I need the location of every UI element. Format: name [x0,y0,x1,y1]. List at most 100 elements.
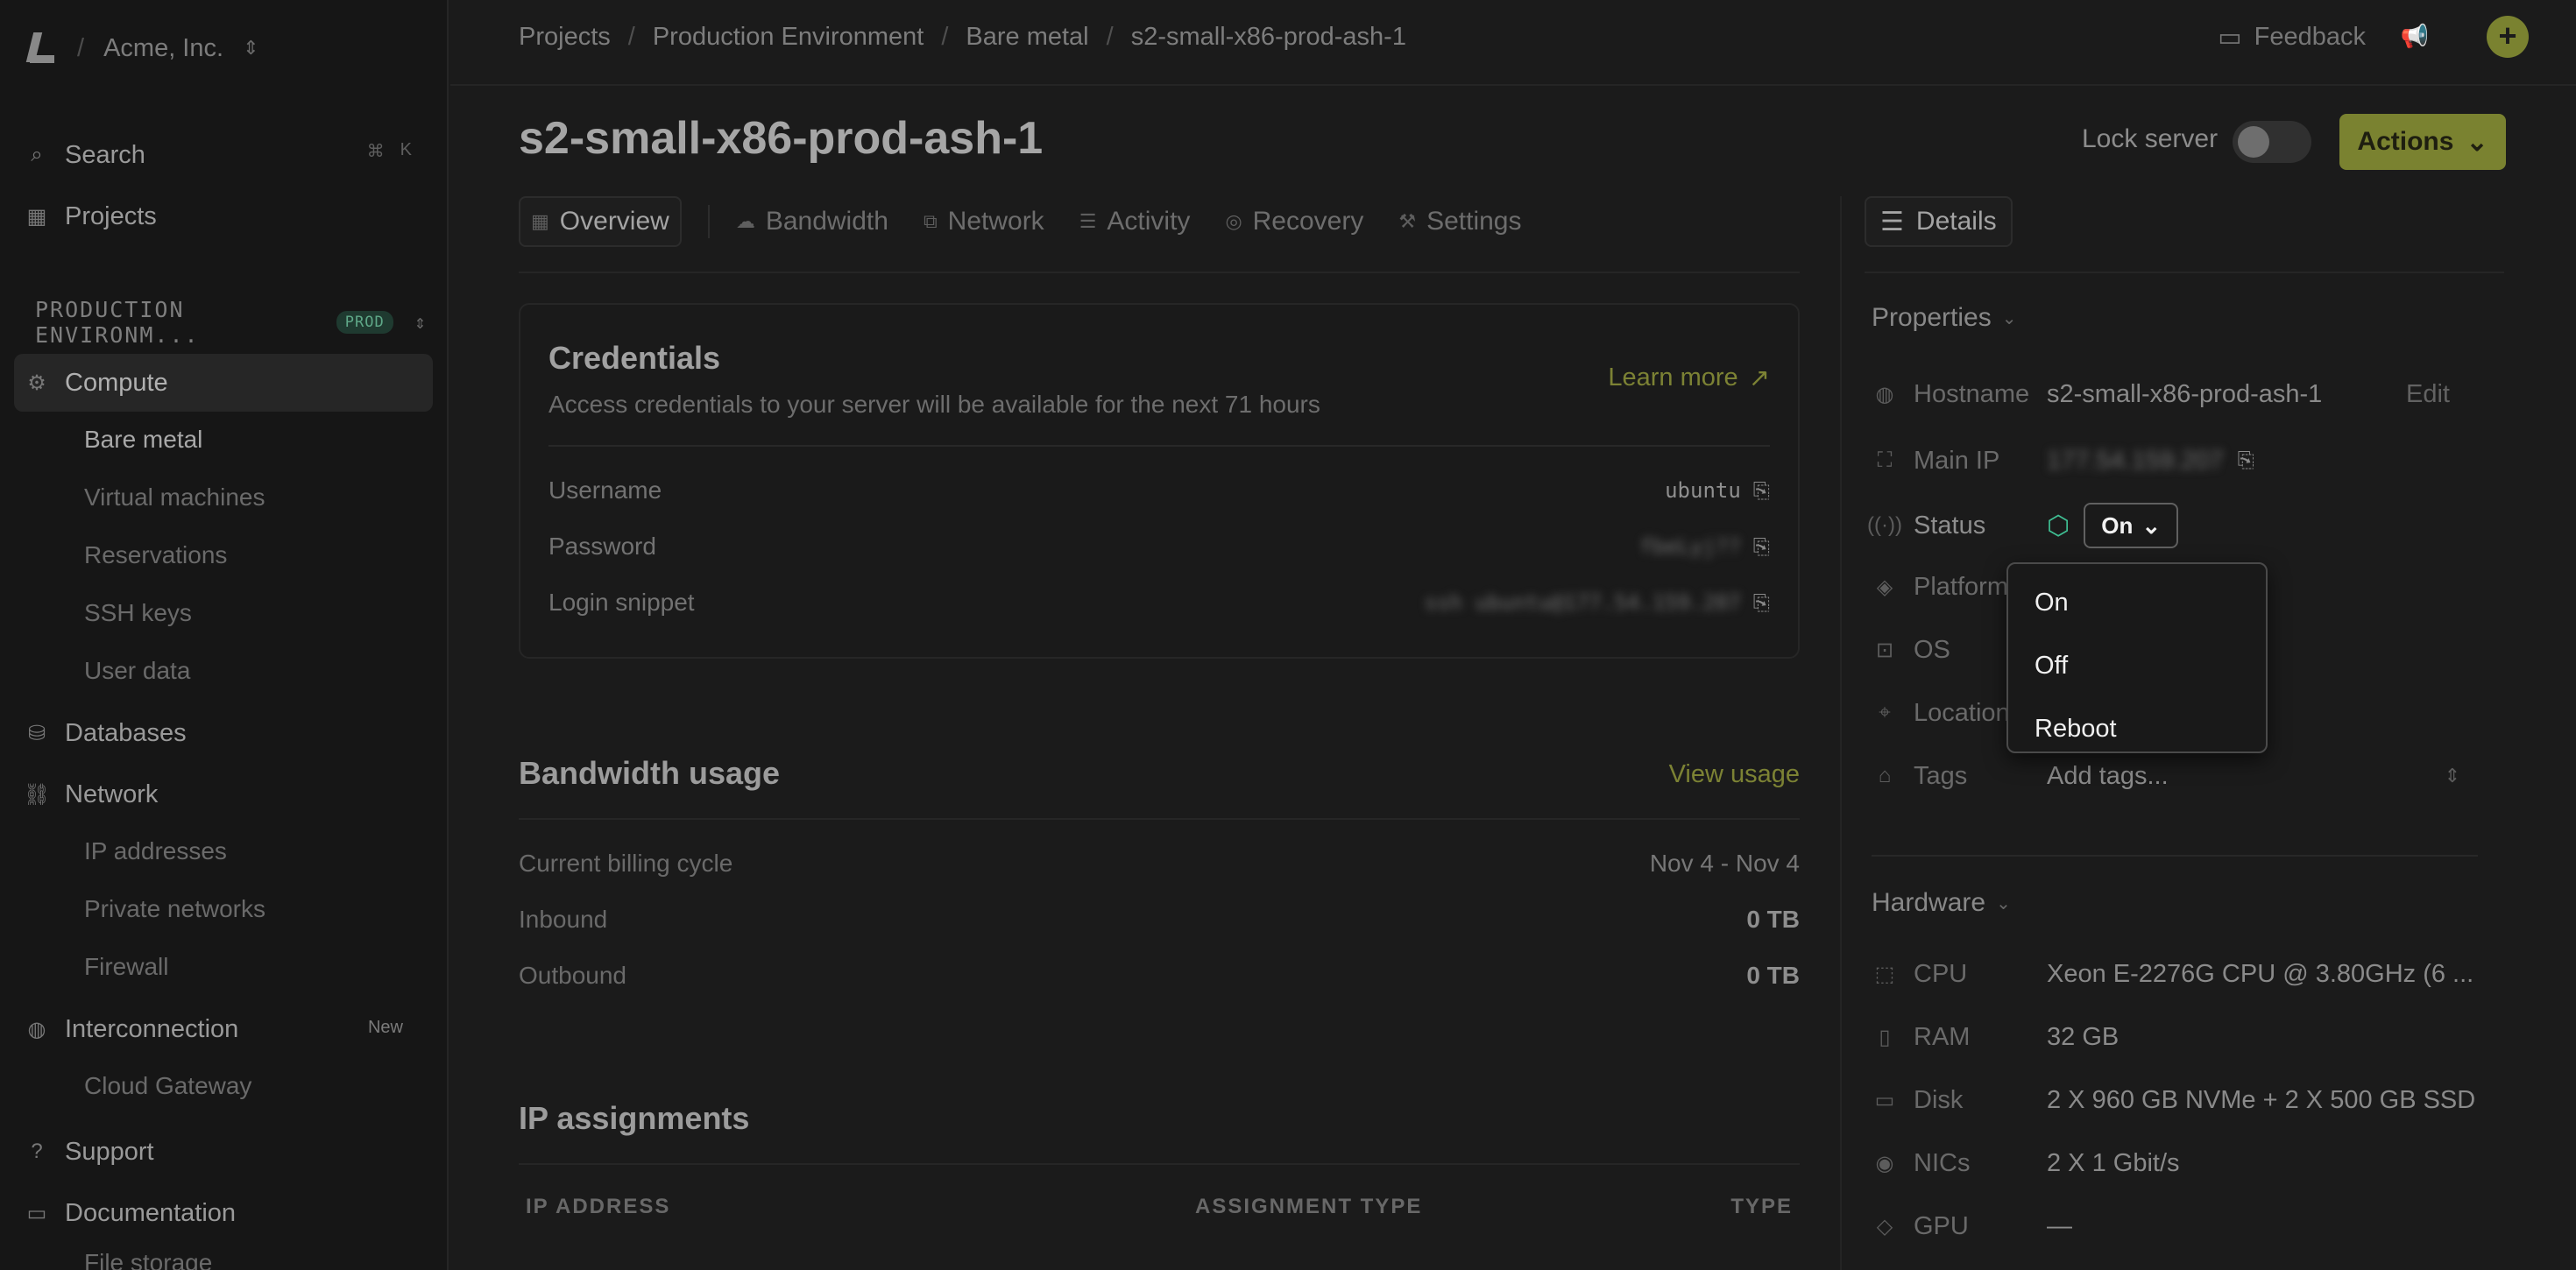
book-icon: ▭ [26,1201,47,1225]
sidebar-item-documentation[interactable]: ▭ Documentation [26,1189,236,1237]
environment-switcher[interactable]: PRODUCTION ENVIRONM... PROD ⇕ [35,297,428,348]
sidebar-item-ip-addresses[interactable]: IP addresses [84,834,227,869]
tab-overview[interactable]: ▦ Overview [519,196,682,247]
bandwidth-row: Inbound 0 TB [519,900,1800,939]
edit-hostname-button[interactable]: Edit [2406,380,2450,409]
view-usage-link[interactable]: View usage [1669,760,1800,789]
network-icon: ⧉ [923,210,938,232]
memory-icon: ▯ [1879,1025,1891,1049]
sidebar-search[interactable]: ⌕ Search [26,131,145,179]
terminal-icon: ⊡ [1875,638,1894,662]
breadcrumb-server: s2-small-x86-prod-ash-1 [1130,22,1406,51]
scan-icon: ⛶ [1877,448,1893,472]
column-header[interactable]: IP ADDRESS [526,1195,670,1219]
divider [1865,272,2504,273]
feedback-button[interactable]: ▭ Feedback [2218,19,2366,54]
sidebar-item-file-storage[interactable]: File storage [84,1245,212,1270]
breadcrumb-separator: / [627,22,635,51]
property-value: Xeon E-2276G CPU @ 3.80GHz (6 ... [2047,959,2474,988]
status-indicator-icon: ⬡ [2047,511,2070,540]
org-switcher[interactable]: / Acme, Inc. ⇕ [26,26,259,70]
map-pin-icon: ⌖ [1879,701,1891,724]
sidebar-item-bare-metal[interactable]: Bare metal [84,422,202,457]
copy-icon[interactable]: ⎘ [1753,478,1770,503]
cloud-icon: ☁ [735,210,755,232]
org-name: Acme, Inc. [103,33,224,62]
copy-icon[interactable]: ⎘ [1753,534,1770,559]
status-option-on[interactable]: On [2008,571,2266,634]
sidebar-item-virtual-machines[interactable]: Virtual machines [84,480,265,515]
announcements-icon[interactable]: 📢 [2401,23,2429,50]
credential-label: Password [548,533,656,560]
tab-divider [707,205,710,238]
bandwidth-row: Current billing cycle Nov 4 - Nov 4 [519,844,1800,883]
properties-group-toggle[interactable]: Properties ⌄ [1872,303,2017,333]
sidebar-item-cloud-gateway[interactable]: Cloud Gateway [84,1069,251,1104]
sidebar-item-support[interactable]: ? Support [26,1128,153,1175]
sidebar-item-interconnection[interactable]: ◍ Interconnection [26,1005,419,1053]
password-value: fbeLyj?? [1639,534,1741,559]
tab-recovery[interactable]: ◎ Recovery [1225,196,1363,247]
breadcrumb-projects[interactable]: Projects [519,23,611,52]
chevron-down-icon: ⌄ [2001,308,2017,328]
divider [519,818,1800,820]
tags-input[interactable]: Add tags... [2047,762,2169,791]
sidebar-item-databases[interactable]: ⛁ Databases [26,709,187,757]
chat-icon: ▭ [2218,23,2242,52]
external-link-icon: ↗ [1748,364,1770,392]
property-label: Status [1914,511,1986,540]
group-title: Hardware [1872,888,1986,917]
tab-activity[interactable]: ☰ Activity [1079,196,1191,247]
tab-label: Details [1915,207,1997,236]
sidebar-item-private-networks[interactable]: Private networks [84,892,265,927]
credentials-subtitle: Access credentials to your server will b… [548,391,1320,418]
property-value: 2 X 960 GB NVMe + 2 X 500 GB SSD [2047,1085,2476,1114]
search-shortcut: ⌘ K [367,140,412,162]
sidebar-item-compute[interactable]: ⚙ Compute [26,359,167,406]
property-tags: ⌂ Tags Add tags... ⇕ [1872,757,2502,795]
divider [519,272,1800,273]
status-option-off[interactable]: Off [2008,634,2266,697]
property-value: ⬡ On ⌄ [2047,503,2179,548]
copy-icon[interactable]: ⎘ [1753,590,1770,615]
sidebar-item-projects[interactable]: ▦ Projects [26,193,157,240]
column-header[interactable]: TYPE [1730,1195,1793,1219]
property-label: Disk [1914,1085,1964,1114]
copy-icon[interactable]: ⎘ [2238,448,2254,473]
list-icon: ☰ [1079,210,1097,232]
sidebar-item-reservations[interactable]: Reservations [84,538,227,573]
tab-label: Bandwidth [765,207,888,236]
sidebar-item-firewall[interactable]: Firewall [84,949,168,984]
column-header[interactable]: ASSIGNMENT TYPE [1195,1195,1422,1219]
status-option-reboot[interactable]: Reboot [2008,697,2266,760]
globe-icon: ◍ [27,1017,46,1041]
breadcrumb-bare-metal[interactable]: Bare metal [966,23,1088,52]
tab-network[interactable]: ⧉ Network [924,196,1044,247]
learn-more-link[interactable]: Learn more ↗ [1608,363,1770,393]
status-select[interactable]: On ⌄ [2084,503,2179,548]
login-snippet-value: ssh ubuntu@177.54.159.207 [1424,590,1741,615]
property-hostname: ◍ Hostname s2-small-x86-prod-ash-1 Edit [1872,375,2502,413]
tab-details[interactable]: ☰ Details [1865,196,2013,247]
sidebar-item-network[interactable]: ⛓ Network [24,771,159,818]
hardware-gpu: ◇ GPU — [1872,1207,2502,1245]
tab-bandwidth[interactable]: ☁ Bandwidth [736,196,888,247]
create-button[interactable]: + [2487,16,2529,58]
sidebar-item-label: Documentation [65,1198,237,1227]
divider [519,1163,1800,1165]
breadcrumb-environment[interactable]: Production Environment [653,23,924,52]
chevron-updown-icon: ⇕ [2444,765,2460,787]
hardware-cpu: ⬚ CPU Xeon E-2276G CPU @ 3.80GHz (6 ... [1872,955,2502,993]
hardware-group-toggle[interactable]: Hardware ⌄ [1872,888,2011,918]
sidebar-item-label: Network [65,780,159,808]
top-bar: Projects / Production Environment / Bare… [450,0,2576,86]
chip-icon: ⚙ [27,370,46,395]
property-label: CPU [1914,959,1968,988]
tab-settings[interactable]: ⚒ Settings [1398,196,1521,247]
sidebar-item-user-data[interactable]: User data [84,653,190,688]
tab-label: Overview [559,207,669,236]
credential-row-password: Password fbeLyj?? ⎘ [548,527,1770,566]
lock-server-toggle[interactable] [2233,121,2311,163]
actions-button[interactable]: Actions ⌄ [2339,114,2506,170]
sidebar-item-ssh-keys[interactable]: SSH keys [84,596,192,631]
